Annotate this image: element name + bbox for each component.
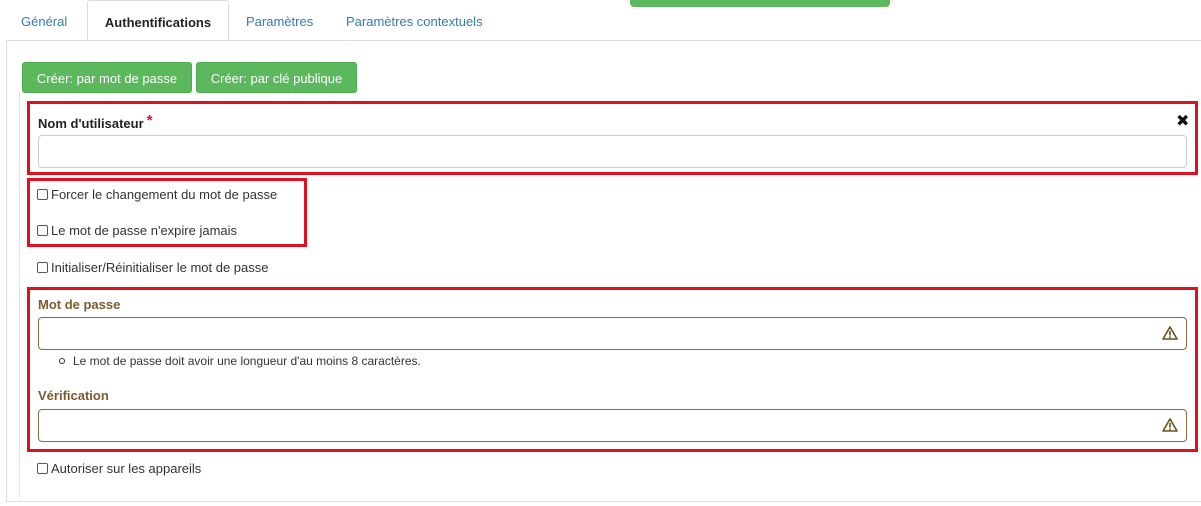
- hint-bullet-icon: [59, 358, 65, 364]
- password-never-expires-label: Le mot de passe n'expire jamais: [51, 223, 238, 238]
- close-icon[interactable]: ✖: [1176, 114, 1189, 130]
- username-label: Nom d'utilisateur *: [38, 112, 153, 132]
- password-length-hint: Le mot de passe doit avoir une longueur …: [59, 354, 421, 368]
- tab-authentications[interactable]: Authentifications: [87, 0, 229, 42]
- create-by-public-key-button[interactable]: Créer: par clé publique: [196, 62, 357, 93]
- init-reset-password-label: Initialiser/Réinitialiser le mot de pass…: [51, 260, 269, 275]
- tab-parameters[interactable]: Paramètres: [246, 0, 313, 41]
- allow-on-devices-checkbox[interactable]: [37, 463, 48, 474]
- verification-warning-icon: [1162, 418, 1178, 432]
- password-warning-icon: [1162, 326, 1178, 340]
- password-never-expires-checkbox[interactable]: [37, 225, 48, 236]
- tab-bar: Général Authentifications Paramètres Par…: [0, 0, 1201, 42]
- force-password-change-checkbox[interactable]: [37, 189, 48, 200]
- password-hint-text: Le mot de passe doit avoir une longueur …: [73, 354, 421, 368]
- force-password-change-label: Forcer le changement du mot de passe: [51, 187, 278, 202]
- tab-contextual-parameters[interactable]: Paramètres contextuels: [346, 0, 483, 41]
- verification-label: Vérification: [38, 388, 109, 403]
- force-password-change-option[interactable]: Forcer le changement du mot de passe: [37, 187, 277, 202]
- username-label-text: Nom d'utilisateur: [38, 116, 144, 131]
- password-never-expires-option[interactable]: Le mot de passe n'expire jamais: [37, 223, 237, 238]
- verification-input[interactable]: [38, 409, 1187, 442]
- required-icon: *: [146, 112, 153, 129]
- init-reset-password-checkbox[interactable]: [37, 262, 48, 273]
- create-by-password-button[interactable]: Créer: par mot de passe: [22, 62, 192, 93]
- username-input[interactable]: [38, 135, 1187, 168]
- password-input[interactable]: [38, 317, 1187, 350]
- tab-general[interactable]: Général: [21, 0, 67, 41]
- allow-on-devices-label: Autoriser sur les appareils: [51, 461, 202, 476]
- allow-on-devices-option[interactable]: Autoriser sur les appareils: [37, 461, 201, 476]
- init-reset-password-option[interactable]: Initialiser/Réinitialiser le mot de pass…: [37, 260, 268, 275]
- password-label: Mot de passe: [38, 297, 121, 312]
